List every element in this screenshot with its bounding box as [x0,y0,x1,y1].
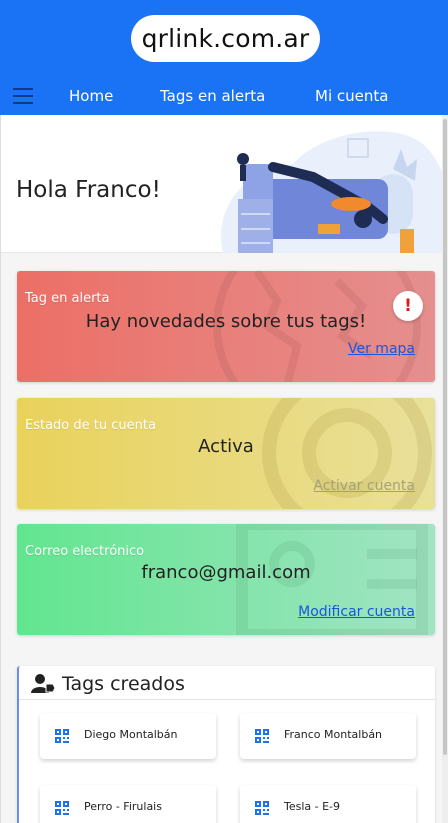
alert-card-label: Tag en alerta [25,291,110,306]
edit-account-link[interactable]: Modificar cuenta [298,604,415,620]
alert-card: Tag en alerta Hay novedades sobre tus ta… [17,271,435,382]
tag-name: Franco Montalbán [284,728,383,741]
greeting-title: Hola Franco! [16,177,161,203]
status-card-label: Estado de tu cuenta [25,418,156,433]
app-header: qrlink.com.ar Home Tags en alerta Mi cue… [0,0,448,115]
email-card-label: Correo electrónico [25,544,145,559]
tag-name: Diego Montalbán [84,728,178,741]
qr-code-icon [55,729,69,743]
account-status-value: Activa [198,436,254,457]
alert-exclamation-icon: ! [393,291,423,321]
alert-message: Hay novedades sobre tus tags! [85,311,367,332]
nav-my-account[interactable]: Mi cuenta [315,87,388,105]
tag-name: Tesla - E-9 [284,800,341,813]
nav-home[interactable]: Home [69,87,113,105]
greeting-band: Hola Franco! [1,115,448,253]
tags-title: Tags creados [62,673,185,695]
activate-account-link[interactable]: Activar cuenta [313,478,415,494]
tag-name: Perro - Firulais [84,800,162,813]
tags-header: Tags creados [19,666,435,700]
view-map-link[interactable]: Ver mapa [348,341,415,357]
relaxing-person-illustration [221,131,448,253]
menu-icon[interactable] [13,88,33,104]
tag-item[interactable]: Perro - Firulais [40,785,216,823]
user-tag-icon [31,674,55,693]
email-card: Correo electrónico franco@gmail.com Modi… [17,524,435,635]
tags-panel: Tags creados Diego Montalbán Franco Mont… [17,666,435,823]
main-nav: Home Tags en alerta Mi cuenta [0,80,448,115]
tag-item[interactable]: Diego Montalbán [40,713,216,759]
main-content: Hola Franco! Tag en alerta Hay novedades… [0,115,448,823]
account-status-card: Estado de tu cuenta Activa Activar cuent… [17,398,435,509]
nav-tags-alert[interactable]: Tags en alerta [160,87,265,105]
tag-item[interactable]: Franco Montalbán [240,713,416,759]
qr-code-icon [255,729,269,743]
site-logo[interactable]: qrlink.com.ar [131,15,320,62]
tag-item[interactable]: Tesla - E-9 [240,785,416,823]
scrollbar-thumb[interactable] [443,119,447,755]
qr-code-icon [255,801,269,815]
scrollbar[interactable] [442,115,448,823]
qr-code-icon [55,801,69,815]
email-value: franco@gmail.com [141,562,311,583]
